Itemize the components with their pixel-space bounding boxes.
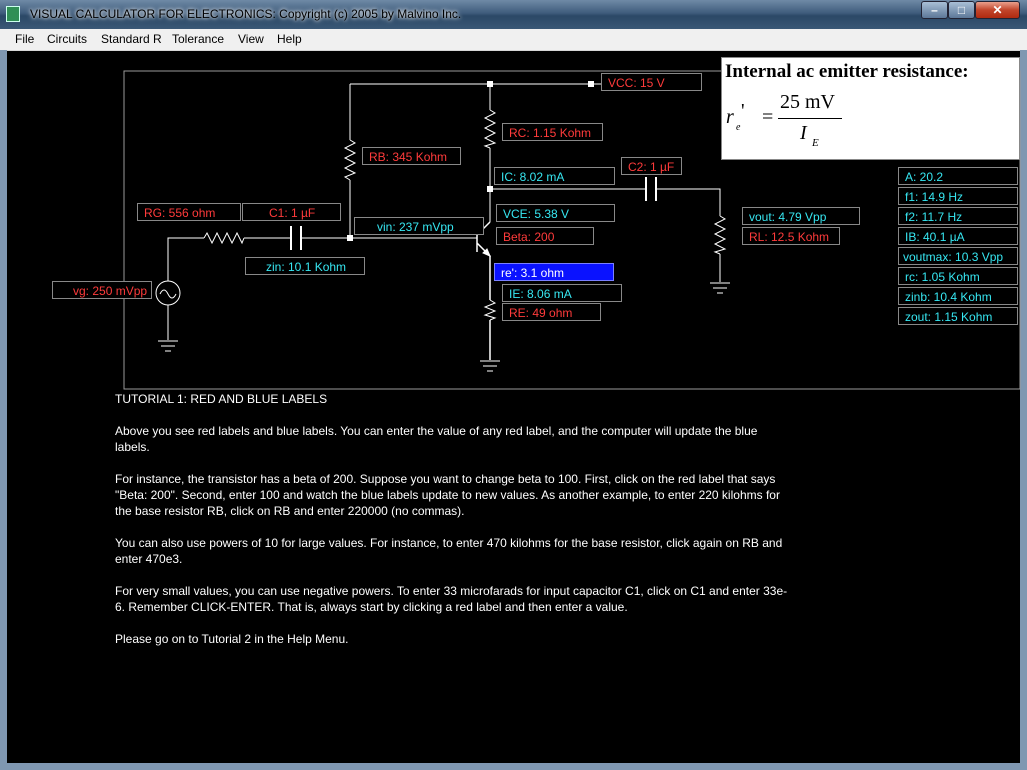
- ie-label: IE: 8.06 mA: [502, 284, 622, 302]
- ib-result: IB: 40.1 µA: [898, 227, 1018, 245]
- re-prime-label: re': 3.1 ohm: [494, 263, 614, 281]
- c1-capacitor: [290, 226, 302, 250]
- vcc-label[interactable]: VCC: 15 V: [601, 73, 702, 91]
- tutorial-paragraph: Please go on to Tutorial 2 in the Help M…: [115, 632, 349, 646]
- beta-label[interactable]: Beta: 200: [496, 227, 594, 245]
- tutorial-paragraph: You can also use powers of 10 for large …: [115, 536, 783, 566]
- formula-panel: Internal ac emitter resistance: r e ' = …: [721, 57, 1020, 160]
- zout-result: zout: 1.15 Kohm: [898, 307, 1018, 325]
- vg-label[interactable]: vg: 250 mVpp: [52, 281, 152, 299]
- tutorial-paragraph: For instance, the transistor has a beta …: [115, 472, 780, 518]
- app-window: VISUAL CALCULATOR FOR ELECTRONICS: Copyr…: [0, 0, 1027, 770]
- zinb-result: zinb: 10.4 Kohm: [898, 287, 1018, 305]
- fraction-bar: [778, 118, 842, 119]
- c1-label[interactable]: C1: 1 µF: [242, 203, 341, 221]
- rc-resistor: [483, 109, 497, 149]
- rc-label[interactable]: RC: 1.15 Kohm: [502, 123, 603, 141]
- formula-denominator-subscript: E: [812, 137, 819, 149]
- tutorial-title: TUTORIAL 1: RED AND BLUE LABELS: [115, 392, 328, 406]
- formula-equals: =: [762, 106, 774, 128]
- formula-numerator: 25 mV: [780, 91, 835, 113]
- c2-capacitor: [645, 177, 657, 201]
- formula-prime: ': [741, 100, 745, 122]
- formula-lhs-subscript: e: [736, 122, 741, 133]
- ground-symbol-rl: [710, 282, 730, 294]
- vin-label: vin: 237 mVpp: [354, 217, 484, 235]
- f2-result: f2: 11.7 Hz: [898, 207, 1018, 225]
- ac-wave-icon: [159, 289, 177, 299]
- f1-result: f1: 14.9 Hz: [898, 187, 1018, 205]
- rc-result: rc: 1.05 Kohm: [898, 267, 1018, 285]
- tutorial-paragraph: Above you see red labels and blue labels…: [115, 424, 758, 454]
- tutorial-paragraph: For very small values, you can use negat…: [115, 584, 788, 614]
- formula-lhs: r: [726, 106, 734, 128]
- ic-label: IC: 8.02 mA: [494, 167, 615, 185]
- zin-label: zin: 10.1 Kohm: [245, 257, 365, 275]
- re-resistor: [483, 299, 497, 321]
- ground-symbol-source: [158, 305, 178, 352]
- c2-label[interactable]: C2: 1 µF: [621, 157, 682, 175]
- rg-label[interactable]: RG: 556 ohm: [137, 203, 241, 221]
- rl-label[interactable]: RL: 12.5 Kohm: [742, 227, 840, 245]
- rg-resistor: [203, 231, 245, 245]
- rb-resistor: [343, 139, 357, 181]
- transistor-symbol: [476, 221, 491, 360]
- formula-denominator: I: [800, 122, 807, 144]
- rb-label[interactable]: RB: 345 Kohm: [362, 147, 461, 165]
- rl-resistor: [713, 215, 727, 255]
- ground-symbol-emitter: [480, 360, 500, 372]
- vout-label: vout: 4.79 Vpp: [742, 207, 860, 225]
- re-label[interactable]: RE: 49 ohm: [502, 303, 601, 321]
- vce-label: VCE: 5.38 V: [496, 204, 615, 222]
- gain-result: A: 20.2: [898, 167, 1018, 185]
- tutorial-text: TUTORIAL 1: RED AND BLUE LABELS Above yo…: [115, 391, 795, 663]
- formula-title: Internal ac emitter resistance:: [725, 61, 969, 82]
- voutmax-result: voutmax: 10.3 Vpp: [898, 247, 1018, 265]
